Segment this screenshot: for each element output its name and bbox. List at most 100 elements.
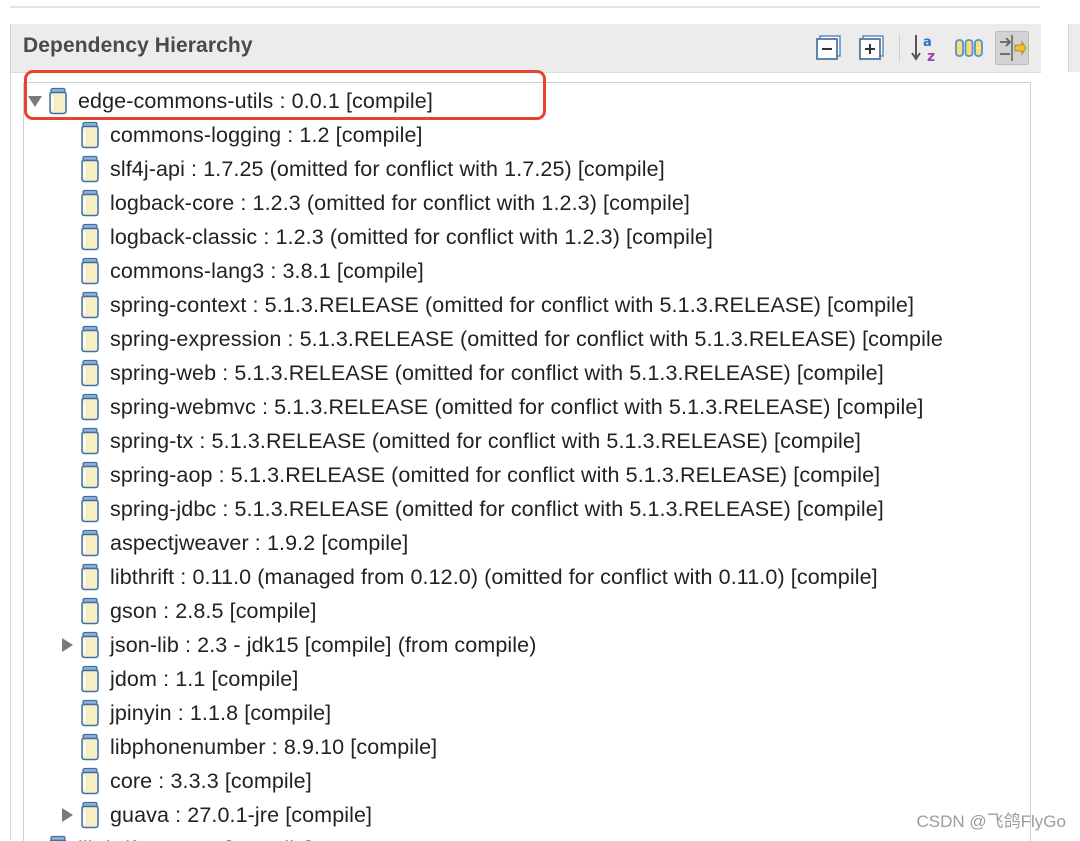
view-header: Dependency Hierarchy bbox=[11, 24, 1041, 73]
collapse-arrow-icon[interactable] bbox=[24, 84, 46, 118]
columns-icon bbox=[954, 36, 984, 60]
collapse-all-button[interactable] bbox=[812, 31, 846, 65]
jar-icon bbox=[78, 697, 102, 729]
tree-child-item[interactable]: guava : 27.0.1-jre [compile] bbox=[56, 798, 372, 832]
jar-icon bbox=[78, 629, 102, 661]
tree-child-item[interactable]: spring-tx : 5.1.3.RELEASE (omitted for c… bbox=[56, 424, 861, 458]
jar-icon bbox=[78, 425, 102, 457]
dependency-label: commons-logging : 1.2 [compile] bbox=[110, 123, 423, 148]
dependency-label: spring-expression : 5.1.3.RELEASE (omitt… bbox=[110, 327, 943, 352]
tree-child-item[interactable]: spring-aop : 5.1.3.RELEASE (omitted for … bbox=[56, 458, 880, 492]
jar-icon bbox=[78, 255, 102, 287]
dependency-hierarchy-view: Dependency Hierarchy bbox=[10, 24, 1041, 840]
filter-toggle-button[interactable] bbox=[995, 31, 1029, 65]
tree-child-item[interactable]: spring-jdbc : 5.1.3.RELEASE (omitted for… bbox=[56, 492, 884, 526]
dependency-label: spring-context : 5.1.3.RELEASE (omitted … bbox=[110, 293, 914, 318]
no-arrow bbox=[56, 118, 78, 152]
no-arrow bbox=[56, 152, 78, 186]
tree-child-item[interactable]: spring-context : 5.1.3.RELEASE (omitted … bbox=[56, 288, 914, 322]
sort-alpha-icon: a z bbox=[910, 32, 942, 64]
expand-arrow-icon[interactable] bbox=[56, 798, 78, 832]
jar-icon bbox=[78, 731, 102, 763]
watermark: CSDN @飞鸽FlyGo bbox=[917, 807, 1067, 832]
show-group-id-button[interactable] bbox=[952, 31, 986, 65]
tree-child-item[interactable]: libthrift : 0.11.0 (managed from 0.12.0)… bbox=[56, 560, 878, 594]
dependency-label: logback-core : 1.2.3 (omitted for confli… bbox=[110, 191, 690, 216]
dependency-label: libthrift : 0.11.0 (managed from 0.12.0)… bbox=[110, 565, 878, 590]
jar-icon bbox=[78, 527, 102, 559]
no-arrow bbox=[56, 322, 78, 356]
jar-icon bbox=[78, 391, 102, 423]
tree-child-item[interactable]: json-lib : 2.3 - jdk15 [compile] (from c… bbox=[56, 628, 536, 662]
dependency-label: libthrift : 0.11.0 [compile] bbox=[78, 837, 312, 841]
no-arrow bbox=[56, 220, 78, 254]
view-title: Dependency Hierarchy bbox=[23, 34, 253, 58]
no-arrow bbox=[56, 526, 78, 560]
dependency-tree: edge-commons-utils : 0.0.1 [compile] comm… bbox=[23, 82, 1031, 841]
tree-child-item[interactable]: spring-webmvc : 5.1.3.RELEASE (omitted f… bbox=[56, 390, 923, 424]
no-arrow bbox=[56, 730, 78, 764]
no-arrow bbox=[56, 458, 78, 492]
sort-button[interactable]: a z bbox=[909, 31, 943, 65]
tree-child-item[interactable]: slf4j-api : 1.7.25 (omitted for conflict… bbox=[56, 152, 665, 186]
jar-icon bbox=[78, 595, 102, 627]
dependency-label: spring-tx : 5.1.3.RELEASE (omitted for c… bbox=[110, 429, 861, 454]
no-arrow bbox=[56, 594, 78, 628]
svg-text:z: z bbox=[927, 49, 935, 64]
dependency-label: spring-aop : 5.1.3.RELEASE (omitted for … bbox=[110, 463, 880, 488]
dependency-label: json-lib : 2.3 - jdk15 [compile] (from c… bbox=[110, 633, 536, 658]
tree-child-item[interactable]: core : 3.3.3 [compile] bbox=[56, 764, 312, 798]
dependency-label: logback-classic : 1.2.3 (omitted for con… bbox=[110, 225, 713, 250]
dependency-label: jpinyin : 1.1.8 [compile] bbox=[110, 701, 331, 726]
collapse-all-icon bbox=[816, 35, 842, 61]
tree-child-item[interactable]: libphonenumber : 8.9.10 [compile] bbox=[56, 730, 437, 764]
jar-icon bbox=[46, 85, 70, 117]
expand-arrow-icon[interactable] bbox=[56, 628, 78, 662]
jar-icon bbox=[78, 153, 102, 185]
no-arrow bbox=[56, 424, 78, 458]
expand-all-button[interactable] bbox=[855, 31, 889, 65]
no-arrow bbox=[56, 492, 78, 526]
jar-icon bbox=[78, 765, 102, 797]
jar-icon bbox=[78, 459, 102, 491]
tree-child-item[interactable]: gson : 2.8.5 [compile] bbox=[56, 594, 317, 628]
dependency-label: aspectjweaver : 1.9.2 [compile] bbox=[110, 531, 408, 556]
jar-icon bbox=[78, 221, 102, 253]
toolbar-separator bbox=[899, 34, 900, 62]
tree-child-item[interactable]: logback-core : 1.2.3 (omitted for confli… bbox=[56, 186, 690, 220]
dependency-label: jdom : 1.1 [compile] bbox=[110, 667, 298, 692]
no-arrow bbox=[56, 288, 78, 322]
no-arrow bbox=[56, 696, 78, 730]
tree-child-item[interactable]: commons-logging : 1.2 [compile] bbox=[56, 118, 423, 152]
jar-icon bbox=[78, 799, 102, 831]
dependency-label: guava : 27.0.1-jre [compile] bbox=[110, 803, 372, 828]
tree-child-item[interactable]: spring-web : 5.1.3.RELEASE (omitted for … bbox=[56, 356, 884, 390]
tree-child-item[interactable]: logback-classic : 1.2.3 (omitted for con… bbox=[56, 220, 713, 254]
tree-child-item[interactable]: jdom : 1.1 [compile] bbox=[56, 662, 298, 696]
expand-all-icon bbox=[859, 35, 885, 61]
jar-icon bbox=[78, 323, 102, 355]
jar-icon bbox=[78, 187, 102, 219]
no-arrow bbox=[56, 186, 78, 220]
tree-child-item[interactable]: aspectjweaver : 1.9.2 [compile] bbox=[56, 526, 408, 560]
dependency-label: spring-webmvc : 5.1.3.RELEASE (omitted f… bbox=[110, 395, 923, 420]
tree-child-item[interactable]: jpinyin : 1.1.8 [compile] bbox=[56, 696, 331, 730]
filter-icon bbox=[997, 33, 1027, 63]
tree-root-item[interactable]: edge-commons-utils : 0.0.1 [compile] bbox=[24, 84, 433, 118]
top-divider bbox=[10, 6, 1040, 8]
tree-child-item[interactable]: commons-lang3 : 3.8.1 [compile] bbox=[56, 254, 424, 288]
svg-text:a: a bbox=[923, 35, 932, 50]
no-arrow bbox=[56, 254, 78, 288]
view-toolbar: a z bbox=[803, 30, 1029, 66]
dependency-label: spring-web : 5.1.3.RELEASE (omitted for … bbox=[110, 361, 884, 386]
dependency-label: core : 3.3.3 [compile] bbox=[110, 769, 312, 794]
tree-child-item[interactable]: spring-expression : 5.1.3.RELEASE (omitt… bbox=[56, 322, 943, 356]
top-strip bbox=[0, 0, 1080, 4]
adjacent-view-edge bbox=[1068, 24, 1080, 72]
jar-icon bbox=[78, 493, 102, 525]
no-arrow bbox=[56, 764, 78, 798]
jar-icon bbox=[78, 561, 102, 593]
dependency-label: libphonenumber : 8.9.10 [compile] bbox=[110, 735, 437, 760]
dependency-label: gson : 2.8.5 [compile] bbox=[110, 599, 317, 624]
dependency-label: edge-commons-utils : 0.0.1 [compile] bbox=[78, 89, 433, 114]
